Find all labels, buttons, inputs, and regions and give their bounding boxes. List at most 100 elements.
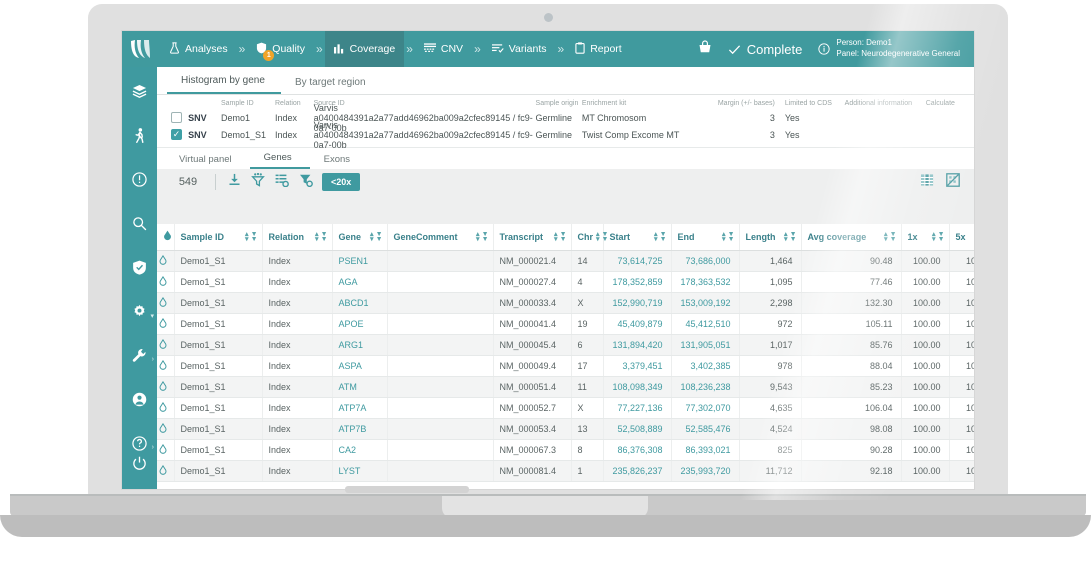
- column-settings-button[interactable]: [270, 172, 294, 192]
- filter-icon[interactable]: ▼ ▼: [251, 231, 258, 243]
- th-1x[interactable]: 1x ▴ ▾ ▼ ▼: [901, 224, 950, 251]
- filter-funnel-button[interactable]: [246, 172, 270, 192]
- filter-icon[interactable]: ▼ ▼: [482, 231, 489, 243]
- sample-checkbox-cell[interactable]: [157, 112, 188, 123]
- sort-arrows-icon[interactable]: ▴ ▾: [784, 231, 788, 243]
- gene-link[interactable]: CA2: [339, 445, 357, 455]
- nav-item-quality[interactable]: 1 Quality: [247, 31, 314, 67]
- th-gene-comment[interactable]: GeneComment ▴ ▾ ▼ ▼: [387, 224, 494, 251]
- start-link[interactable]: 77,227,136: [617, 403, 662, 413]
- sidebar-item-security[interactable]: [122, 255, 157, 285]
- sort-arrows-icon[interactable]: ▴ ▾: [370, 231, 374, 243]
- gene-link[interactable]: PSEN1: [339, 256, 369, 266]
- gene-link[interactable]: ATP7A: [339, 403, 367, 413]
- th-gene[interactable]: Gene ▴ ▾ ▼ ▼: [332, 224, 388, 251]
- table-row[interactable]: Demo1_S1 Index ATP7A NM_000052.7 X 77,227,136…: [157, 397, 974, 419]
- start-link[interactable]: 108,098,349: [612, 382, 662, 392]
- nav-item-report[interactable]: Report: [566, 31, 631, 67]
- coverage-table-wrapper[interactable]: Sample ID ▴ ▾ ▼ ▼ Relation ▴ ▾ ▼ ▼ Gene ▴ ▾ ▼ ▼ Gene…: [157, 224, 974, 489]
- filter-icon[interactable]: ▼ ▼: [602, 231, 609, 243]
- sort-filter-controls[interactable]: ▴ ▾ ▼ ▼: [554, 231, 567, 243]
- gene-link[interactable]: AGA: [339, 277, 358, 287]
- end-link[interactable]: 86,393,021: [685, 445, 730, 455]
- sort-arrows-icon[interactable]: ▴ ▾: [596, 231, 600, 243]
- th-end[interactable]: End ▴ ▾ ▼ ▼: [671, 224, 740, 251]
- sort-filter-controls[interactable]: ▴ ▾ ▼ ▼: [722, 231, 735, 243]
- sort-filter-controls[interactable]: ▴ ▾ ▼ ▼: [596, 231, 609, 243]
- gene-link[interactable]: ATP7B: [339, 424, 367, 434]
- start-link[interactable]: 52,508,889: [617, 424, 662, 434]
- start-link[interactable]: 73,614,725: [617, 256, 662, 266]
- sidebar-item-layers[interactable]: [122, 79, 157, 109]
- filter-icon[interactable]: ▼ ▼: [728, 231, 735, 243]
- th-start[interactable]: Start ▴ ▾ ▼ ▼: [603, 224, 672, 251]
- filter-icon[interactable]: ▼ ▼: [890, 231, 897, 243]
- checkbox-unchecked[interactable]: [171, 112, 183, 123]
- sidebar-item-account[interactable]: [122, 387, 157, 417]
- tab-histogram-by-gene[interactable]: Histogram by gene: [167, 75, 281, 94]
- start-link[interactable]: 131,894,420: [612, 340, 662, 350]
- th-chr[interactable]: Chr ▴ ▾ ▼ ▼: [571, 224, 608, 251]
- sort-filter-controls[interactable]: ▴ ▾ ▼ ▼: [932, 231, 945, 243]
- sort-filter-controls[interactable]: ▴ ▾ ▼ ▼: [315, 231, 327, 243]
- gene-link[interactable]: ARG1: [339, 340, 364, 350]
- th-relation[interactable]: Relation ▴ ▾ ▼ ▼: [262, 224, 333, 251]
- sidebar-item-tools[interactable]: ›: [122, 343, 157, 373]
- th-sample-id[interactable]: Sample ID ▴ ▾ ▼ ▼: [174, 224, 263, 251]
- end-link[interactable]: 77,302,070: [685, 403, 730, 413]
- table-row[interactable]: Demo1_S1 Index AGA NM_000027.4 4 178,352,859 1…: [157, 271, 974, 293]
- tab-genes[interactable]: Genes: [249, 152, 310, 169]
- start-link[interactable]: 152,990,719: [612, 298, 662, 308]
- table-row[interactable]: Demo1_S1 Index PSEN1 NM_000021.4 14 73,614,72…: [157, 250, 974, 272]
- end-link[interactable]: 73,686,000: [685, 256, 730, 266]
- download-button[interactable]: [222, 172, 246, 192]
- end-link[interactable]: 131,905,051: [680, 340, 730, 350]
- end-link[interactable]: 153,009,192: [680, 298, 730, 308]
- nav-item-analyses[interactable]: Analyses: [160, 31, 237, 67]
- th-length[interactable]: Length ▴ ▾ ▼ ▼: [739, 224, 802, 251]
- filter-icon[interactable]: ▼ ▼: [560, 231, 567, 243]
- gene-link[interactable]: ABCD1: [339, 298, 369, 308]
- sidebar-item-settings[interactable]: ▾: [122, 299, 157, 329]
- sample-row[interactable]: SNV Demo1 Index Varvis a0400484391a2a77a…: [157, 103, 974, 133]
- table-row[interactable]: Demo1_S1 Index APOE NM_000041.4 19 45,409,879…: [157, 313, 974, 335]
- start-link[interactable]: 45,409,879: [617, 319, 662, 329]
- varvis-logo[interactable]: [122, 31, 160, 67]
- tab-exons[interactable]: Exons: [310, 154, 368, 169]
- filter-settings-button[interactable]: [294, 172, 318, 192]
- sort-arrows-icon[interactable]: ▴ ▾: [476, 231, 480, 243]
- sort-arrows-icon[interactable]: ▴ ▾: [245, 231, 249, 243]
- table-row[interactable]: Demo1_S1 Index ASPA NM_000049.4 17 3,379,451 3…: [157, 355, 974, 377]
- sort-arrows-icon[interactable]: ▴ ▾: [932, 231, 936, 243]
- start-link[interactable]: 86,376,308: [617, 445, 662, 455]
- gene-link[interactable]: LYST: [339, 466, 361, 476]
- column-view-button[interactable]: [920, 173, 934, 192]
- th-avg-coverage[interactable]: Avg coverage ▴ ▾ ▼ ▼: [801, 224, 902, 251]
- start-link[interactable]: 235,826,237: [612, 466, 662, 476]
- th-transcript[interactable]: Transcript ▴ ▾ ▼ ▼: [493, 224, 572, 251]
- filter-icon[interactable]: ▼ ▼: [938, 231, 945, 243]
- table-row[interactable]: Demo1_S1 Index CA2 NM_000067.3 8 86,376,308 86…: [157, 439, 974, 461]
- end-link[interactable]: 108,236,238: [680, 382, 730, 392]
- tab-by-target-region[interactable]: By target region: [281, 77, 382, 94]
- sample-checkbox-cell[interactable]: ✓: [157, 129, 188, 140]
- table-row[interactable]: Demo1_S1 Index ATP7B NM_000053.4 13 52,508,88…: [157, 418, 974, 440]
- start-link[interactable]: 3,379,451: [622, 361, 662, 371]
- table-row[interactable]: Demo1_S1 Index ARG1 NM_000045.4 6 131,894,420…: [157, 334, 974, 356]
- table-row[interactable]: Demo1_S1 Index LYST NM_000081.4 1 235,826,237…: [157, 460, 974, 482]
- gene-link[interactable]: APOE: [339, 319, 364, 329]
- sort-arrows-icon[interactable]: ▴ ▾: [884, 231, 888, 243]
- filter-icon[interactable]: ▼ ▼: [376, 231, 383, 243]
- basket-icon[interactable]: [698, 39, 712, 59]
- gene-link[interactable]: ATM: [339, 382, 357, 392]
- sidebar-item-search[interactable]: [122, 211, 157, 241]
- sort-filter-controls[interactable]: ▴ ▾ ▼ ▼: [476, 231, 489, 243]
- end-link[interactable]: 3,402,385: [690, 361, 730, 371]
- sort-arrows-icon[interactable]: ▴ ▾: [554, 231, 558, 243]
- coverage-threshold-badge[interactable]: <20x: [322, 173, 361, 191]
- checkbox-checked[interactable]: ✓: [171, 129, 183, 140]
- sidebar-item-power[interactable]: [122, 451, 157, 481]
- nav-item-variants[interactable]: Variants: [483, 31, 556, 67]
- sort-filter-controls[interactable]: ▴ ▾ ▼ ▼: [784, 231, 796, 243]
- end-link[interactable]: 178,363,532: [680, 277, 730, 287]
